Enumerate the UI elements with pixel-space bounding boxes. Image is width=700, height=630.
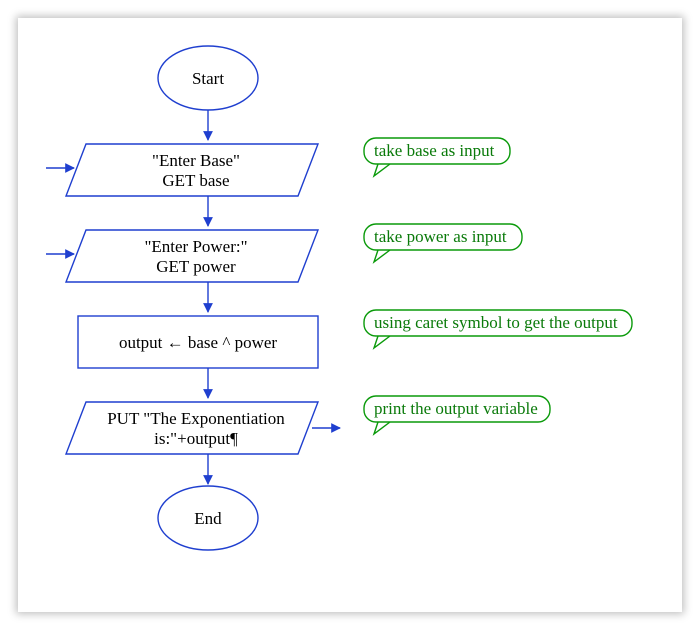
input-power-line2: GET power <box>156 257 236 276</box>
output-line1: PUT "The Exponentiation <box>107 409 285 428</box>
flowchart-card: Start "Enter Base" GET base "Enter Power… <box>18 18 682 612</box>
start-label: Start <box>192 69 224 88</box>
flowchart-svg: Start "Enter Base" GET base "Enter Power… <box>18 18 682 612</box>
callout-print: print the output variable <box>364 396 550 434</box>
callout-caret-text: using caret symbol to get the output <box>374 313 618 332</box>
input-base-line2: GET base <box>162 171 229 190</box>
output-line2: is:"+output¶ <box>154 429 238 448</box>
callout-caret: using caret symbol to get the output <box>364 310 632 348</box>
input-power-line1: "Enter Power:" <box>144 237 247 256</box>
callout-take-power: take power as input <box>364 224 522 262</box>
input-base-line1: "Enter Base" <box>152 151 240 170</box>
callout-take-base-text: take base as input <box>374 141 495 160</box>
callout-take-base: take base as input <box>364 138 510 176</box>
page: Start "Enter Base" GET base "Enter Power… <box>0 0 700 630</box>
process-line1: output ← base ^ power <box>119 333 277 352</box>
end-label: End <box>194 509 222 528</box>
callout-take-power-text: take power as input <box>374 227 507 246</box>
callout-print-text: print the output variable <box>374 399 538 418</box>
